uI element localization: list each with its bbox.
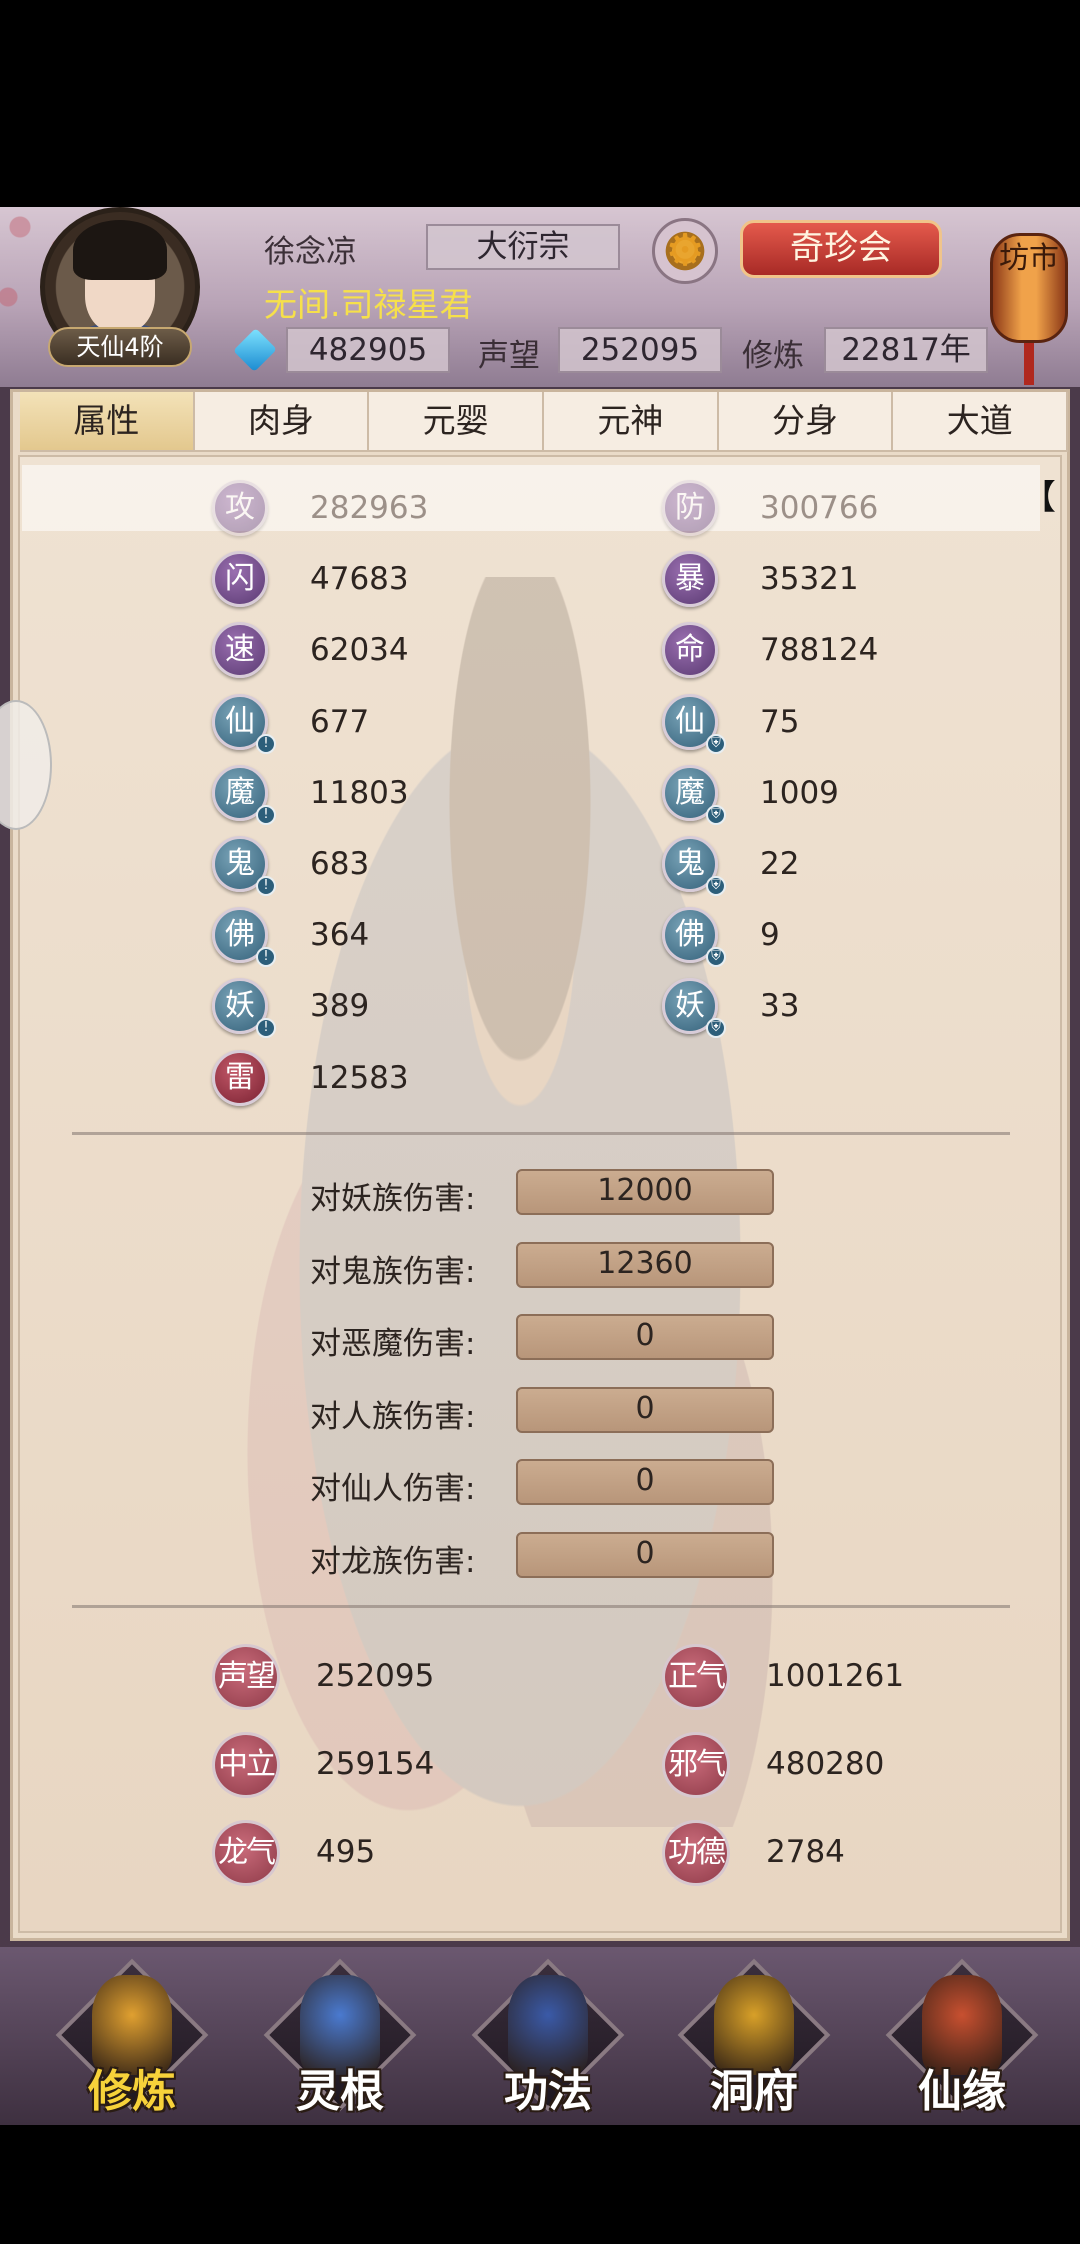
gem-count: 482905 [286, 327, 450, 373]
nav-label: 仙缘 [918, 2066, 1006, 2117]
reputation-value: 252095 [558, 327, 722, 373]
market-label: 坊市 [999, 241, 1059, 276]
alignment-badge-icon[interactable]: 声望 [212, 1644, 280, 1710]
shield-mark-icon: ⛨ [706, 947, 726, 967]
race-damage-label: 对恶魔伤害: [310, 1326, 476, 1363]
attribute-value: 35321 [760, 561, 859, 597]
race-damage-label: 对妖族伤害: [310, 1181, 476, 1217]
divider-bottom [72, 1605, 1010, 1608]
attribute-value: 677 [310, 704, 370, 740]
highlight-row [22, 465, 1040, 531]
shield-mark-icon: ⛨ [706, 1018, 726, 1038]
attribute-badge-icon[interactable]: 命 [662, 622, 718, 678]
race-damage-label: 对龙族伤害: [310, 1544, 476, 1580]
attribute-value: 300766 [760, 490, 879, 526]
race-damage-label: 对人族伤害: [310, 1398, 476, 1435]
attribute-badge-icon[interactable]: 闪 [212, 551, 268, 607]
nav-item-4[interactable]: 仙缘 [882, 1958, 1042, 2125]
nav-item-1[interactable]: 灵根 [260, 1958, 420, 2125]
avatar-hair [73, 220, 167, 280]
race-damage-value: 12360 [516, 1241, 774, 1288]
nav-label: 灵根 [296, 2066, 384, 2117]
attack-mark-icon: ! [256, 1018, 276, 1038]
attribute-value: 47683 [310, 561, 409, 597]
alignment-value: 480280 [766, 1746, 885, 1782]
nav-item-2[interactable]: 功法 [468, 1958, 628, 2125]
tab-avatar-clone[interactable]: 分身 [718, 392, 894, 452]
shield-mark-icon: ⛨ [706, 734, 726, 754]
tab-attributes[interactable]: 属性 [20, 392, 195, 452]
alignment-badge-icon[interactable]: 功德 [662, 1820, 730, 1886]
divider-top [72, 1132, 1010, 1135]
attribute-value: 364 [310, 917, 370, 953]
race-damage-value: 0 [516, 1386, 774, 1433]
rank-badge: 天仙4阶 [48, 327, 192, 367]
attribute-value: 282963 [310, 490, 429, 526]
attribute-value: 389 [310, 988, 370, 1024]
race-damage-label: 对仙人伤害: [310, 1471, 476, 1508]
attribute-value: 9 [760, 917, 780, 953]
nav-label: 修炼 [88, 2066, 176, 2117]
attribute-value: 11803 [310, 775, 409, 811]
shield-mark-icon: ⛨ [706, 876, 726, 896]
attribute-badge-icon[interactable]: 雷 [212, 1050, 268, 1106]
attack-mark-icon: ! [256, 876, 276, 896]
bracket-glyph: 【 [1022, 478, 1056, 518]
race-damage-value: 12000 [516, 1169, 774, 1215]
lantern-tassel [1024, 343, 1034, 385]
treasure-auction-button[interactable]: 奇珍会 [740, 220, 942, 278]
alignment-value: 259154 [316, 1746, 435, 1782]
attribute-value: 33 [760, 988, 800, 1024]
attribute-badge-icon[interactable]: 速 [212, 622, 268, 678]
cultivation-value: 22817年 [824, 327, 988, 373]
nav-label: 功法 [504, 2066, 592, 2117]
player-title: 无间.司禄星君 [264, 285, 473, 324]
tab-primordial-spirit[interactable]: 元神 [544, 392, 719, 452]
attribute-value: 683 [310, 846, 370, 882]
cultivation-label: 修炼 [742, 338, 804, 374]
attribute-badge-icon[interactable]: 暴 [662, 551, 718, 607]
attribute-value: 22 [760, 846, 800, 882]
nav-item-0[interactable]: 修炼 [52, 1958, 212, 2125]
tab-great-dao[interactable]: 大道 [893, 392, 1069, 452]
attribute-badge-icon[interactable]: 防 [662, 480, 718, 536]
alignment-value: 495 [316, 1834, 376, 1870]
race-damage-value: 0 [516, 1314, 774, 1361]
market-lantern-button[interactable]: 坊市 [990, 205, 1068, 385]
alignment-badge-icon[interactable]: 正气 [662, 1644, 730, 1710]
attribute-value: 12583 [310, 1060, 409, 1096]
alignment-badge-icon[interactable]: 中立 [212, 1732, 280, 1798]
attribute-value: 1009 [760, 775, 839, 811]
nav-label: 洞府 [710, 2066, 798, 2117]
race-damage-value: 0 [516, 1459, 774, 1506]
nav-item-3[interactable]: 洞府 [674, 1958, 834, 2125]
reputation-label: 声望 [478, 338, 540, 374]
attribute-value: 62034 [310, 632, 409, 668]
race-damage-label: 对鬼族伤害: [310, 1253, 476, 1290]
shield-mark-icon: ⛨ [706, 805, 726, 825]
attribute-value: 75 [760, 704, 800, 740]
tab-bar: 属性 肉身 元婴 元神 分身 大道 [20, 392, 1069, 452]
attribute-badge-icon[interactable]: 攻 [212, 480, 268, 536]
alignment-value: 1001261 [766, 1658, 905, 1694]
tab-nascent-soul[interactable]: 元婴 [369, 392, 545, 452]
alignment-value: 2784 [766, 1834, 845, 1870]
tab-body[interactable]: 肉身 [194, 392, 370, 452]
sect-name[interactable]: 大衍宗 [426, 224, 620, 270]
alignment-badge-icon[interactable]: 龙气 [212, 1820, 280, 1886]
race-damage-value: 0 [516, 1532, 774, 1578]
player-name: 徐念凉 [264, 234, 357, 270]
alignment-badge-icon[interactable]: 邪气 [662, 1732, 730, 1798]
attack-mark-icon: ! [256, 947, 276, 967]
attribute-value: 788124 [760, 632, 879, 668]
settings-gear-icon[interactable] [652, 218, 718, 284]
attack-mark-icon: ! [256, 734, 276, 754]
alignment-value: 252095 [316, 1658, 435, 1694]
attack-mark-icon: ! [256, 805, 276, 825]
